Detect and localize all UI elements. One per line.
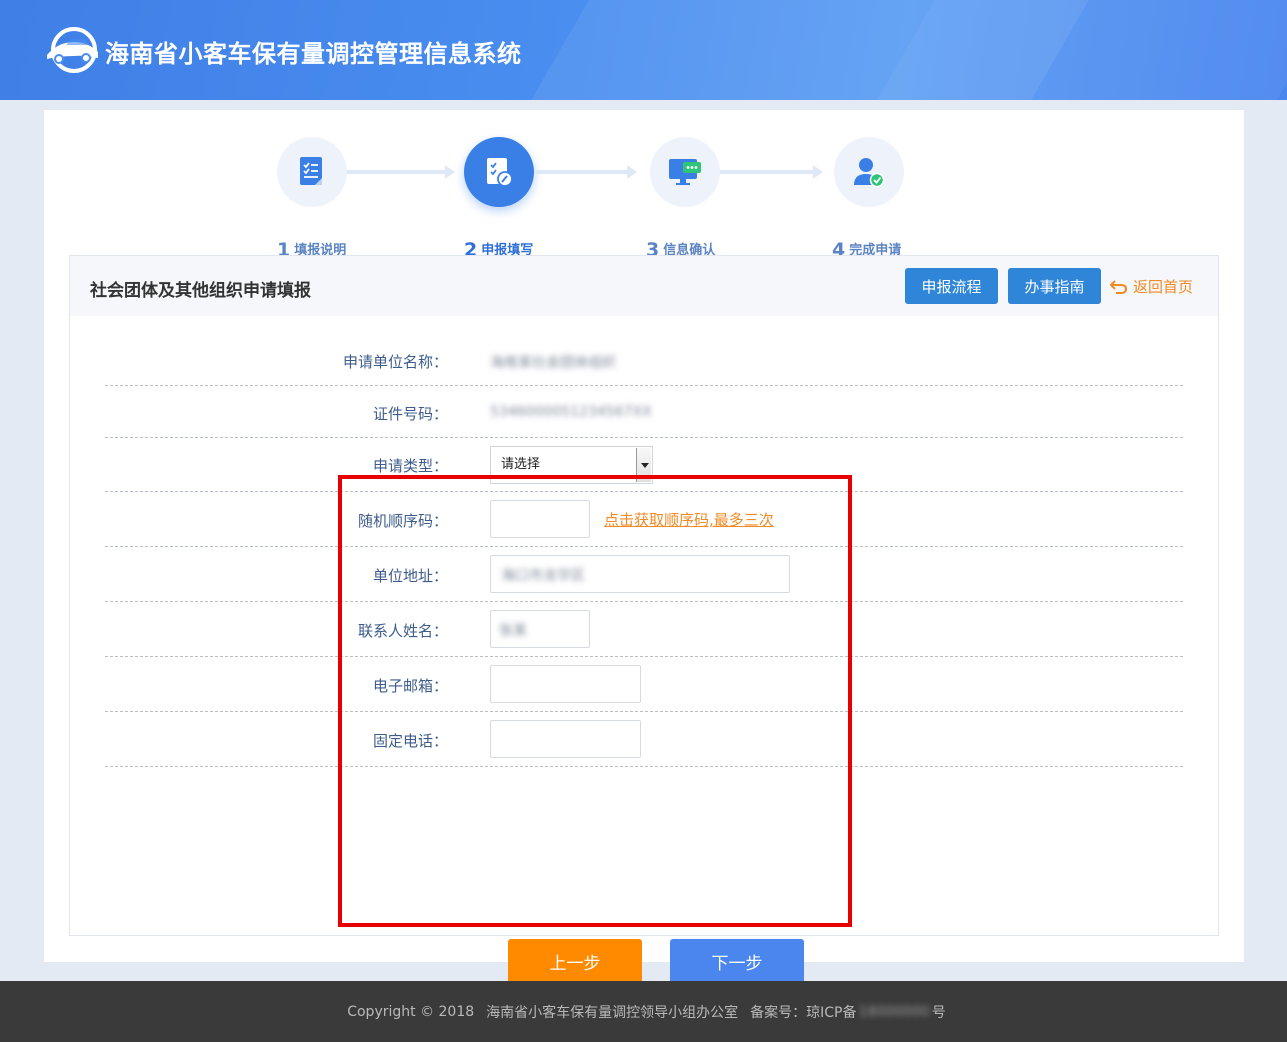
guide-button-label: 办事指南: [1024, 277, 1085, 296]
flow-button[interactable]: 申报流程: [905, 268, 998, 304]
contact-label: 联系人姓名：: [357, 622, 448, 640]
row-contact: 联系人姓名： 张某: [105, 602, 1183, 657]
return-arrow-icon: [1110, 279, 1128, 294]
org-name-value: 海南某社会团体组织: [490, 355, 616, 371]
guide-button[interactable]: 办事指南: [1008, 268, 1101, 304]
step-circle: [277, 137, 347, 207]
application-panel: 社会团体及其他组织申请填报 申报流程 办事指南 返回首页 申请单位名称： 海南某…: [69, 255, 1219, 984]
site-footer: Copyright © 2018 海南省小客车保有量调控领导小组办公室 备案号：…: [0, 981, 1287, 1042]
address-input[interactable]: 海口市龙华区: [490, 555, 790, 593]
step-circle: [834, 137, 904, 207]
type-select[interactable]: 请选择: [490, 446, 653, 484]
next-step-button[interactable]: 下一步: [670, 939, 804, 984]
contact-value: 张某: [499, 623, 527, 639]
car-logo-icon: [47, 27, 98, 73]
row-address: 单位地址： 海口市龙华区: [105, 547, 1183, 602]
address-value: 海口市龙华区: [501, 568, 585, 584]
row-type: 申请类型： 请选择: [105, 438, 1183, 492]
monitor-chat-icon: [669, 159, 701, 185]
icp-label: 备案号：琼ICP备: [750, 1004, 857, 1021]
row-random-code: 随机顺序码： 点击获取顺序码,最多三次: [105, 492, 1183, 547]
row-phone: 固定电话：: [105, 712, 1183, 767]
checklist-icon: [300, 157, 322, 185]
chevron-down-icon: [636, 448, 651, 482]
footer-org: 海南省小客车保有量调控领导小组办公室: [486, 1004, 739, 1021]
row-email: 电子邮箱：: [105, 657, 1183, 712]
random-label: 随机顺序码：: [357, 512, 448, 530]
site-title: 海南省小客车保有量调控管理信息系统: [105, 40, 522, 68]
org-name-label: 申请单位名称：: [342, 353, 448, 371]
back-home-label: 返回首页: [1133, 278, 1194, 296]
email-input[interactable]: [490, 665, 641, 703]
panel-header: 社会团体及其他组织申请填报 申报流程 办事指南 返回首页: [70, 256, 1218, 316]
step-arrow: [347, 165, 455, 179]
contact-input[interactable]: 张某: [490, 610, 590, 648]
site-header: 海南省小客车保有量调控管理信息系统: [0, 0, 1287, 100]
address-label: 单位地址：: [372, 567, 448, 585]
phone-label: 固定电话：: [372, 732, 448, 750]
step-circle: [464, 137, 534, 207]
get-random-code-link[interactable]: 点击获取顺序码,最多三次: [604, 509, 774, 530]
main-card: 1 填报说明 2 申报填写 3 信息确认 4 完成申请 社会团体及其他组织申请填…: [44, 110, 1244, 984]
icp-number: 18000000: [858, 1003, 930, 1020]
cert-value: 5346000051234567XX: [490, 404, 652, 420]
back-home-link[interactable]: 返回首页: [1110, 276, 1193, 297]
icp-suffix: 号: [931, 1004, 946, 1021]
step-arrow: [720, 165, 823, 179]
cert-label: 证件号码：: [372, 405, 448, 423]
panel-title: 社会团体及其他组织申请填报: [90, 281, 311, 301]
random-code-input[interactable]: [490, 500, 590, 538]
copyright-text: Copyright © 2018: [347, 1003, 475, 1020]
row-cert: 证件号码： 5346000051234567XX: [105, 386, 1183, 438]
row-org-name: 申请单位名称： 海南某社会团体组织: [105, 331, 1183, 386]
email-label: 电子邮箱：: [372, 677, 448, 695]
phone-input[interactable]: [490, 720, 641, 758]
type-label: 申请类型：: [372, 457, 448, 475]
prev-step-button[interactable]: 上一步: [508, 939, 642, 984]
step-arrow: [534, 165, 637, 179]
step-circle: [650, 137, 720, 207]
user-check-icon: [854, 158, 885, 188]
form-edit-icon: [487, 158, 513, 187]
type-select-value: 请选择: [501, 457, 541, 472]
